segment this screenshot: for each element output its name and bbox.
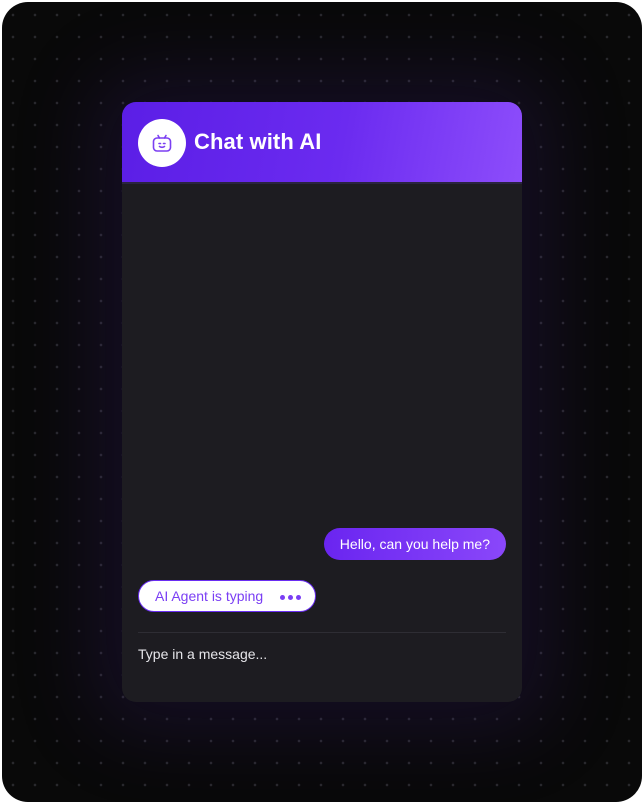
typing-indicator: AI Agent is typing [138,580,317,612]
input-divider [138,632,506,633]
bot-avatar [138,119,186,167]
chat-widget: Chat with AI Hello, can you help me? AI … [122,102,522,702]
app-background: Chat with AI Hello, can you help me? AI … [2,2,642,802]
typing-dots-icon [277,594,302,600]
chat-title: Chat with AI [194,129,322,154]
typing-label: AI Agent is typing [155,588,264,604]
user-message-bubble: Hello, can you help me? [323,528,506,560]
message-input[interactable] [138,640,506,668]
robot-face-icon [152,134,172,152]
chat-header: Chat with AI [122,102,522,184]
message-list: Hello, can you help me? AI Agent is typi… [122,184,522,628]
